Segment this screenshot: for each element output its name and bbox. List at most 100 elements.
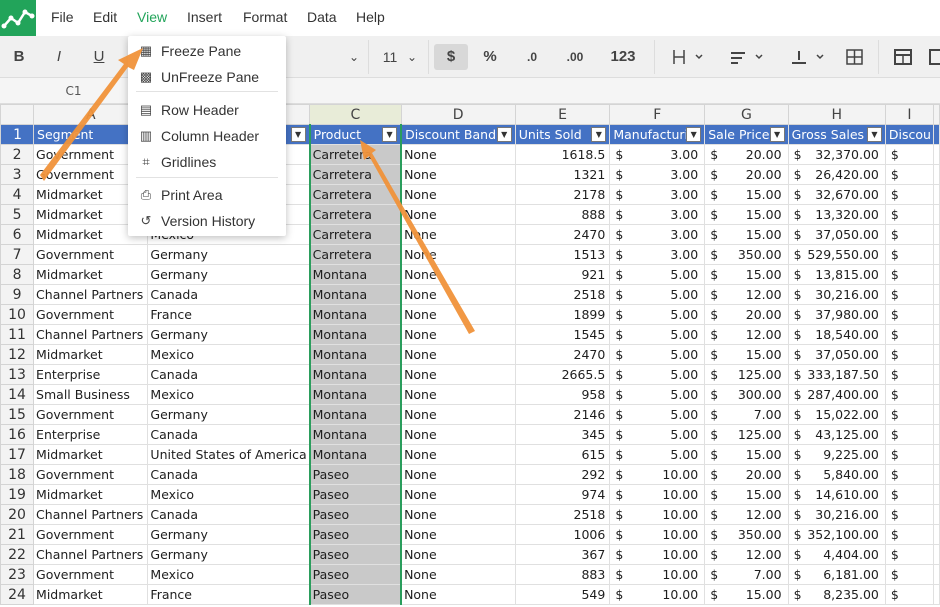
cell[interactable] [933,504,940,525]
cell[interactable]: $12.00 [704,504,789,525]
cell[interactable]: Montana [308,384,403,405]
cell[interactable]: $37,050.00 [787,224,886,245]
cell[interactable]: 1899 [514,304,611,325]
underline-button[interactable]: U [88,44,110,70]
cell[interactable]: Montana [308,424,403,445]
cell[interactable]: Midmarket [33,444,149,465]
borders-icon[interactable] [842,44,868,70]
cell[interactable]: $5.00 [609,324,706,345]
decrease-decimal-button[interactable]: .0 [518,44,546,70]
row-number[interactable]: 18 [0,464,35,485]
cell[interactable]: Montana [308,324,403,345]
increase-decimal-button[interactable]: .00 [558,44,592,70]
column-letter-i[interactable]: I [884,104,935,125]
header-cell[interactable]: Manufacturi ▼ [609,124,706,145]
cell[interactable]: 2470 [514,344,611,365]
cell[interactable]: Midmarket [33,484,149,505]
cell[interactable] [933,264,940,285]
cell[interactable]: $20.00 [704,464,789,485]
cell[interactable] [933,384,940,405]
cell[interactable]: Channel Partners [33,504,149,525]
menu-data[interactable]: Data [307,9,337,25]
cell[interactable]: None [400,524,516,545]
cell[interactable]: Government [33,404,149,425]
cell[interactable]: $4,404.00 [787,544,886,565]
font-size-select[interactable]: 11 [376,44,404,70]
cell[interactable] [933,464,940,485]
cell[interactable]: $20.00 [704,144,789,165]
cell[interactable]: Mexico [147,384,311,405]
cell[interactable]: $32,670.00 [787,184,886,205]
cell[interactable]: $10.00 [609,544,706,565]
horizontal-align-icon[interactable] [664,44,708,70]
cell[interactable]: $ [884,224,935,245]
cell[interactable]: $13,320.00 [787,204,886,225]
cell[interactable]: Channel Partners [33,284,149,305]
cell[interactable]: None [400,484,516,505]
cell[interactable]: $5.00 [609,284,706,305]
cell[interactable]: Montana [308,444,403,465]
cell[interactable]: None [400,344,516,365]
cell[interactable]: 2518 [514,284,611,305]
cell[interactable]: $5.00 [609,364,706,385]
cell[interactable]: None [400,164,516,185]
column-letter-e[interactable]: E [514,104,611,125]
header-cell[interactable]: Discount Band ▼ [400,124,516,145]
cell[interactable]: 974 [514,484,611,505]
cell[interactable] [933,584,940,605]
row-number[interactable]: 22 [0,544,35,565]
cell[interactable]: Carretera [308,184,403,205]
cell[interactable]: $ [884,544,935,565]
cell[interactable]: Montana [308,404,403,425]
cell[interactable] [933,284,940,305]
cell[interactable]: None [400,284,516,305]
cell[interactable]: $7.00 [704,404,789,425]
cell[interactable]: $30,216.00 [787,504,886,525]
menu-format[interactable]: Format [243,9,287,25]
column-letter-f[interactable]: F [609,104,706,125]
cell[interactable]: Midmarket [33,584,149,605]
cell[interactable]: Small Business [33,384,149,405]
row-number[interactable]: 23 [0,564,35,585]
cell[interactable]: $15.00 [704,444,789,465]
cell[interactable]: $ [884,384,935,405]
view-menu-unfreeze-pane[interactable]: ▩ UnFreeze Pane [128,65,286,89]
cell[interactable]: $300.00 [704,384,789,405]
cell[interactable]: $18,540.00 [787,324,886,345]
cell[interactable]: 1513 [514,244,611,265]
cell[interactable]: $32,370.00 [787,144,886,165]
cell[interactable]: $ [884,524,935,545]
row-number[interactable]: 19 [0,484,35,505]
cell[interactable] [933,144,940,165]
cell[interactable] [933,164,940,185]
cell[interactable]: $287,400.00 [787,384,886,405]
row-number[interactable]: 13 [0,364,35,385]
font-family-chevron-icon[interactable]: ⌄ [344,44,364,70]
cell[interactable]: $ [884,264,935,285]
cell[interactable]: $3.00 [609,204,706,225]
cell[interactable]: $10.00 [609,584,706,605]
view-menu-version-history[interactable]: ↺ Version History [128,209,286,233]
cell[interactable]: $15.00 [704,344,789,365]
cell[interactable]: $20.00 [704,304,789,325]
cell[interactable]: $37,050.00 [787,344,886,365]
vertical-align-icon[interactable] [782,44,828,70]
cell[interactable]: $125.00 [704,364,789,385]
cell[interactable]: Government [33,244,149,265]
cell[interactable]: $37,980.00 [787,304,886,325]
cell[interactable]: None [400,324,516,345]
cell[interactable]: $15,022.00 [787,404,886,425]
row-number[interactable]: 16 [0,424,35,445]
cell[interactable]: Mexico [147,484,311,505]
row-number[interactable]: 24 [0,584,35,605]
cell[interactable]: $12.00 [704,324,789,345]
cell[interactable]: $5,840.00 [787,464,886,485]
cell[interactable]: France [147,304,311,325]
filter-dropdown-icon[interactable]: ▼ [769,127,785,142]
select-all-corner[interactable] [0,104,35,125]
cell[interactable]: $ [884,504,935,525]
cell[interactable]: $3.00 [609,244,706,265]
cell[interactable]: Canada [147,284,311,305]
filter-dropdown-icon[interactable]: ▼ [290,127,306,142]
cell[interactable]: None [400,204,516,225]
